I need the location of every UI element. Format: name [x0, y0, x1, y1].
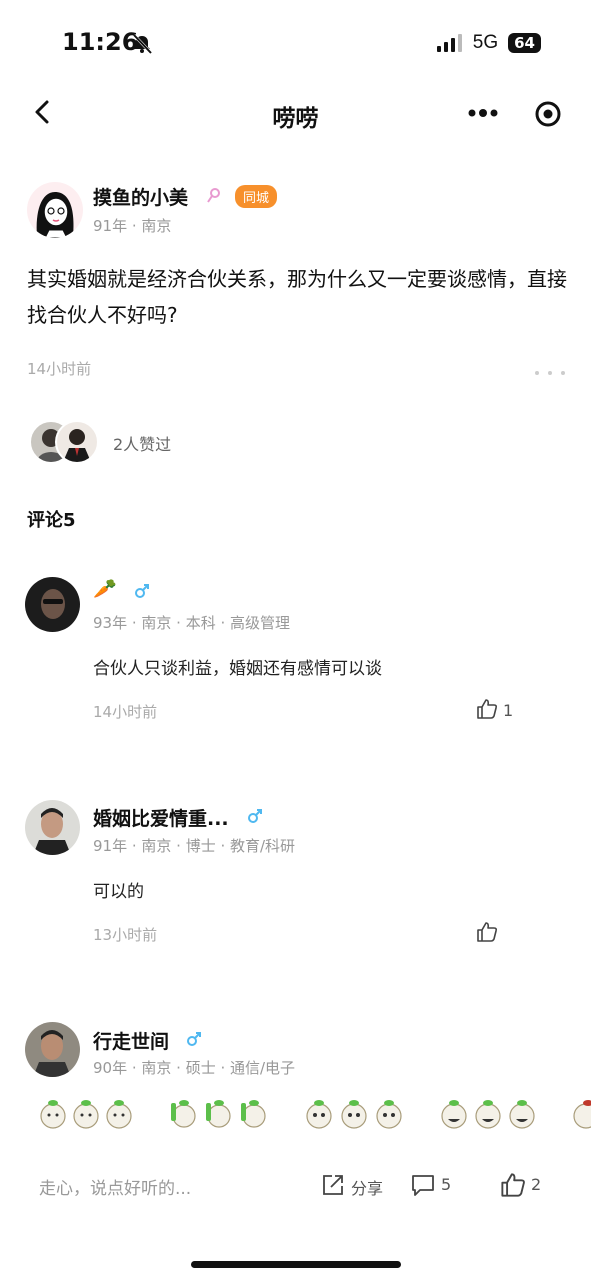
commenter-avatar[interactable] — [25, 577, 80, 632]
commenter-meta: 91年 · 南京 · 博士 · 教育/科研 — [93, 837, 296, 855]
city-badge: 同城 — [235, 185, 278, 208]
author-avatar[interactable] — [27, 182, 83, 238]
author-meta: 91年 · 南京 — [93, 217, 172, 235]
comments-header: 评论5 — [27, 510, 76, 531]
share-button[interactable]: 分享 — [351, 1175, 383, 1199]
thumbs-up-icon[interactable] — [476, 698, 498, 720]
more-icon[interactable] — [467, 105, 499, 121]
target-icon[interactable] — [534, 100, 562, 128]
like-count[interactable]: 2 — [531, 1175, 541, 1194]
battery-icon: 64 — [508, 33, 541, 53]
female-icon — [207, 188, 220, 203]
comment-count[interactable]: 5 — [441, 1175, 451, 1194]
comment-time: 13小时前 — [93, 926, 158, 944]
mute-bell-icon — [132, 33, 153, 55]
commenter-name[interactable]: 🥕 — [93, 577, 117, 600]
network-label: 5G — [472, 32, 499, 53]
male-icon — [248, 809, 262, 823]
commenter-avatar[interactable] — [25, 800, 80, 855]
page-title: 唠唠 — [272, 106, 319, 132]
post-more-icon[interactable] — [534, 370, 566, 376]
comment-icon[interactable] — [410, 1173, 436, 1197]
author-name[interactable]: 摸鱼的小美 — [93, 183, 188, 210]
share-icon[interactable] — [321, 1173, 345, 1197]
comment-text: 可以的 — [93, 882, 144, 902]
status-right: 5G 64 — [436, 32, 541, 54]
signal-icon — [436, 34, 462, 52]
post-time: 14小时前 — [27, 360, 92, 378]
post-text: 其实婚姻就是经济合伙关系，那为什么又一定要谈感情，直接找合伙人不好吗? — [27, 267, 567, 327]
commenter-meta: 90年 · 南京 · 硕士 · 通信/电子 — [93, 1059, 296, 1077]
liker-avatar[interactable] — [55, 420, 99, 464]
commenter-name[interactable]: 行走世间 — [93, 1027, 169, 1054]
home-indicator[interactable] — [191, 1261, 401, 1268]
thumbs-up-icon[interactable] — [476, 921, 498, 943]
status-time: 11:26 — [62, 28, 139, 56]
commenter-meta: 93年 · 南京 · 本科 · 高级管理 — [93, 614, 291, 632]
comment-text: 合伙人只谈利益，婚姻还有感情可以谈 — [93, 659, 382, 679]
comment-input[interactable]: 走心，说点好听的... — [39, 1174, 191, 1199]
likes-text[interactable]: 2人赞过 — [113, 431, 171, 455]
male-icon — [135, 584, 149, 598]
emoji-sticker-row[interactable] — [36, 1097, 591, 1131]
male-icon — [187, 1032, 201, 1046]
comment-like-count: 1 — [503, 701, 514, 720]
commenter-avatar[interactable] — [25, 1022, 80, 1077]
comment-time: 14小时前 — [93, 703, 158, 721]
like-icon[interactable] — [500, 1172, 526, 1198]
commenter-name[interactable]: 婚姻比爱情重... — [93, 804, 229, 831]
